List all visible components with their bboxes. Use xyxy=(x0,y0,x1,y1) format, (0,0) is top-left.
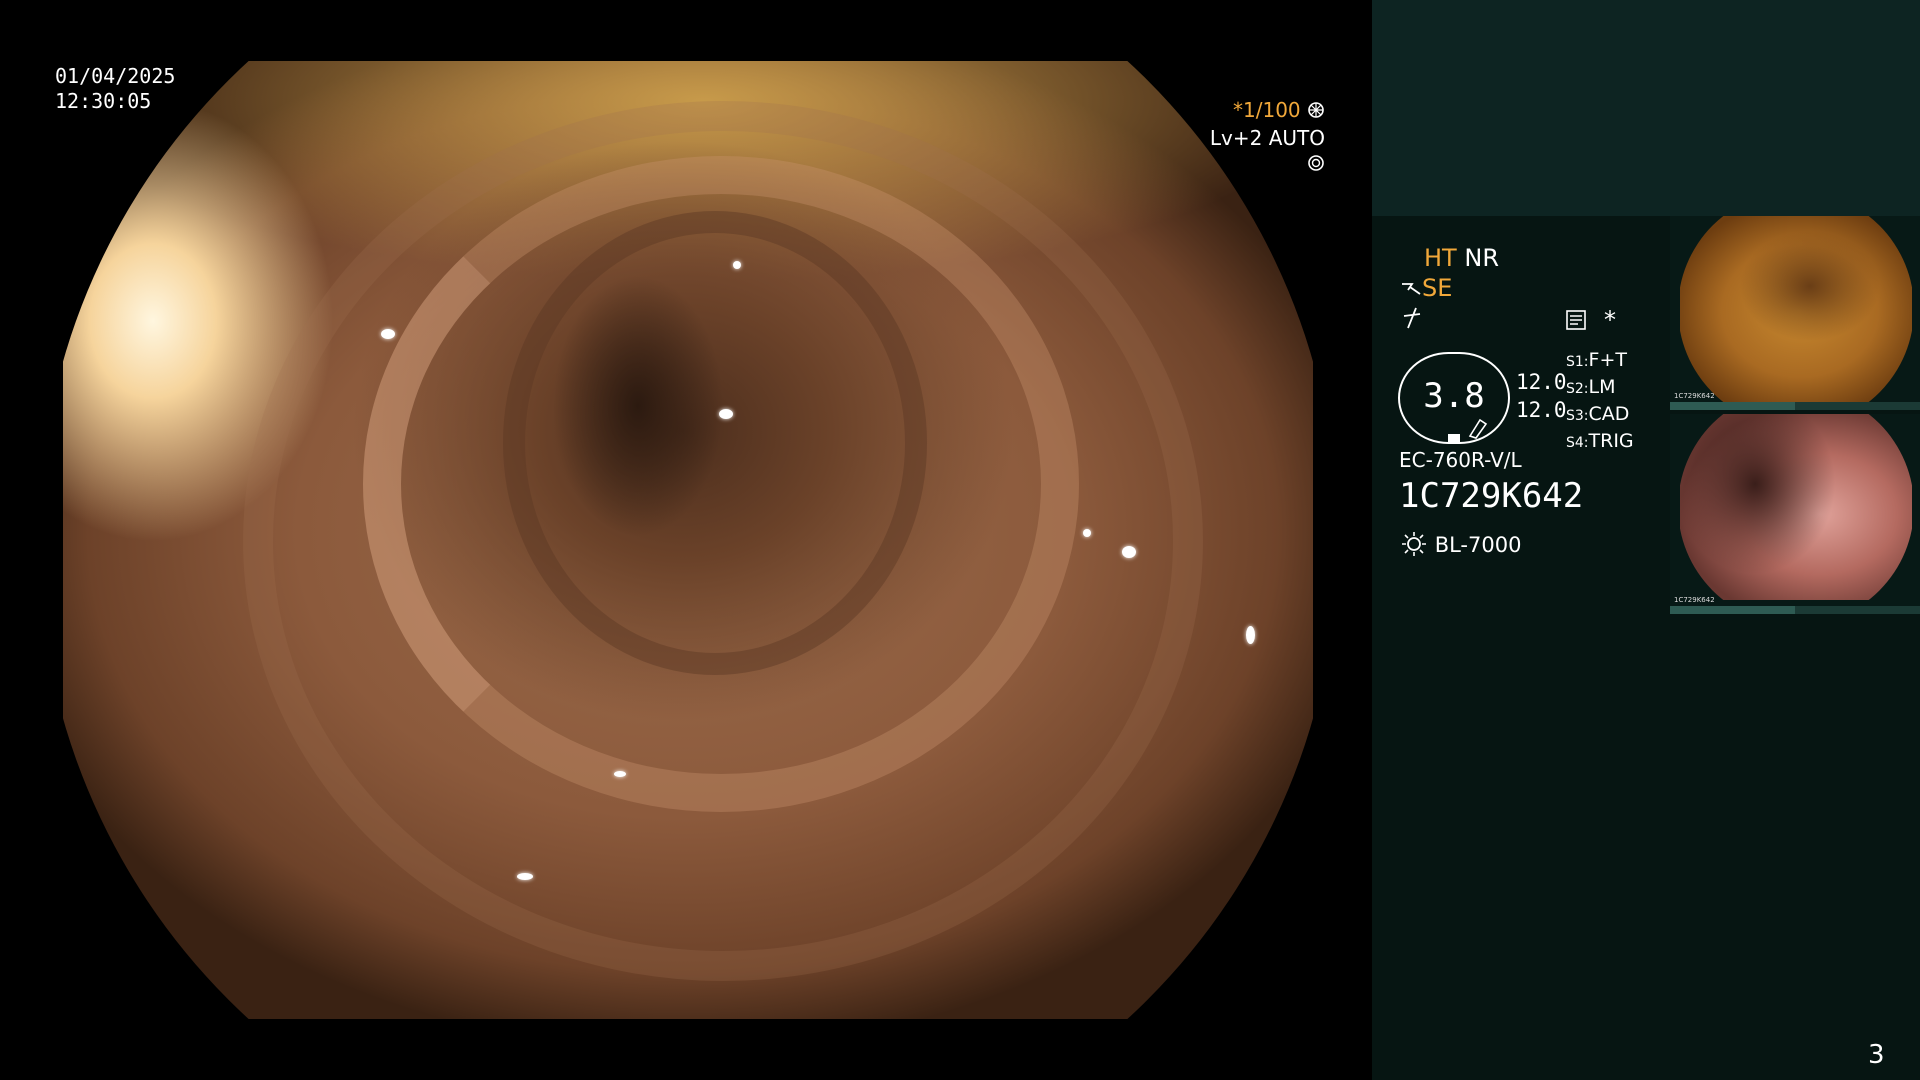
pencil-icon xyxy=(1468,418,1488,439)
mode-nr: NR xyxy=(1464,244,1499,272)
thumbnail-caption: 1C729K642 xyxy=(1674,392,1715,400)
date-time-display: 01/04/2025 12:30:05 xyxy=(55,64,175,114)
specular-highlight xyxy=(733,261,741,269)
thumbnail-bar xyxy=(1670,606,1920,614)
ring-gauge: 3.8 xyxy=(1398,352,1510,444)
switch-item: S4:TRIG xyxy=(1566,430,1634,452)
light-source: BL-7000 xyxy=(1434,533,1522,557)
document-icon xyxy=(1566,310,1586,330)
scope-tip-icon xyxy=(1402,283,1421,295)
mucosal-fold xyxy=(503,211,927,675)
specular-highlight xyxy=(614,771,626,777)
sun-icon xyxy=(1402,532,1426,556)
light-source-row: BL-7000 xyxy=(1400,530,1521,558)
mode-row-1: HT NR xyxy=(1424,244,1499,272)
shutter-display: *1/100 xyxy=(1195,98,1325,123)
exposure-display: Lv+2 AUTO xyxy=(1193,126,1325,176)
shutter-prefix: * xyxy=(1233,98,1243,122)
ring-marker xyxy=(1448,434,1460,442)
scope-serial: 1C729K642 xyxy=(1399,476,1584,516)
capture-thumbnail[interactable]: 1C729K642 xyxy=(1670,216,1920,410)
specular-highlight xyxy=(381,329,395,339)
panel-header xyxy=(1372,0,1920,216)
exposure-mode: AUTO xyxy=(1268,126,1325,150)
specular-highlight xyxy=(1246,626,1255,644)
switch-item: S3:CAD xyxy=(1566,403,1630,425)
scope-model: EC-760R-V/L xyxy=(1399,448,1522,472)
mode-se: SE xyxy=(1422,274,1453,302)
switch-item: S2:LM xyxy=(1566,376,1616,398)
value-2: 12.0 xyxy=(1516,398,1567,422)
thumbnail-image xyxy=(1680,414,1912,600)
ring-value: 3.8 xyxy=(1423,376,1485,416)
endoscope-view: 01/04/2025 12:30:05 *1/100 Lv+2 AUTO xyxy=(0,0,1372,1080)
shutter-value: 1/100 xyxy=(1243,98,1301,122)
mode-row-2: SE xyxy=(1400,274,1452,302)
thumbnail-bar xyxy=(1670,402,1920,410)
switch-list: S1:F+T S2:LM S3:CAD S4:TRIG xyxy=(1566,348,1634,456)
page-number: 3 xyxy=(1868,1040,1885,1070)
specular-highlight xyxy=(719,409,733,419)
asterisk-indicator: * xyxy=(1604,306,1616,334)
specular-highlight xyxy=(1083,529,1091,537)
level-label: Lv+2 xyxy=(1209,126,1263,150)
thumbnail-caption: 1C729K642 xyxy=(1674,596,1715,604)
aperture-icon xyxy=(1308,155,1324,171)
endoscope-image xyxy=(63,61,1313,1019)
date-text: 01/04/2025 xyxy=(55,64,176,88)
thumbnail-image xyxy=(1680,216,1912,402)
info-panel: HT NR SE * 3.8 12.0 12.0 S1:F+T S2:LM S3… xyxy=(1372,0,1920,1080)
switch-item: S1:F+T xyxy=(1566,349,1627,371)
mode-ht: HT xyxy=(1424,244,1457,272)
specular-highlight xyxy=(1122,546,1136,558)
mucosal-fold xyxy=(243,101,1203,981)
mucosal-fold xyxy=(363,156,1079,812)
lightning-icon xyxy=(1403,307,1421,329)
specular-highlight xyxy=(517,873,533,880)
settings-icon xyxy=(1308,102,1324,118)
value-1: 12.0 xyxy=(1516,370,1567,394)
time-text: 12:30:05 xyxy=(55,89,152,113)
capture-thumbnail[interactable]: 1C729K642 xyxy=(1670,414,1920,614)
